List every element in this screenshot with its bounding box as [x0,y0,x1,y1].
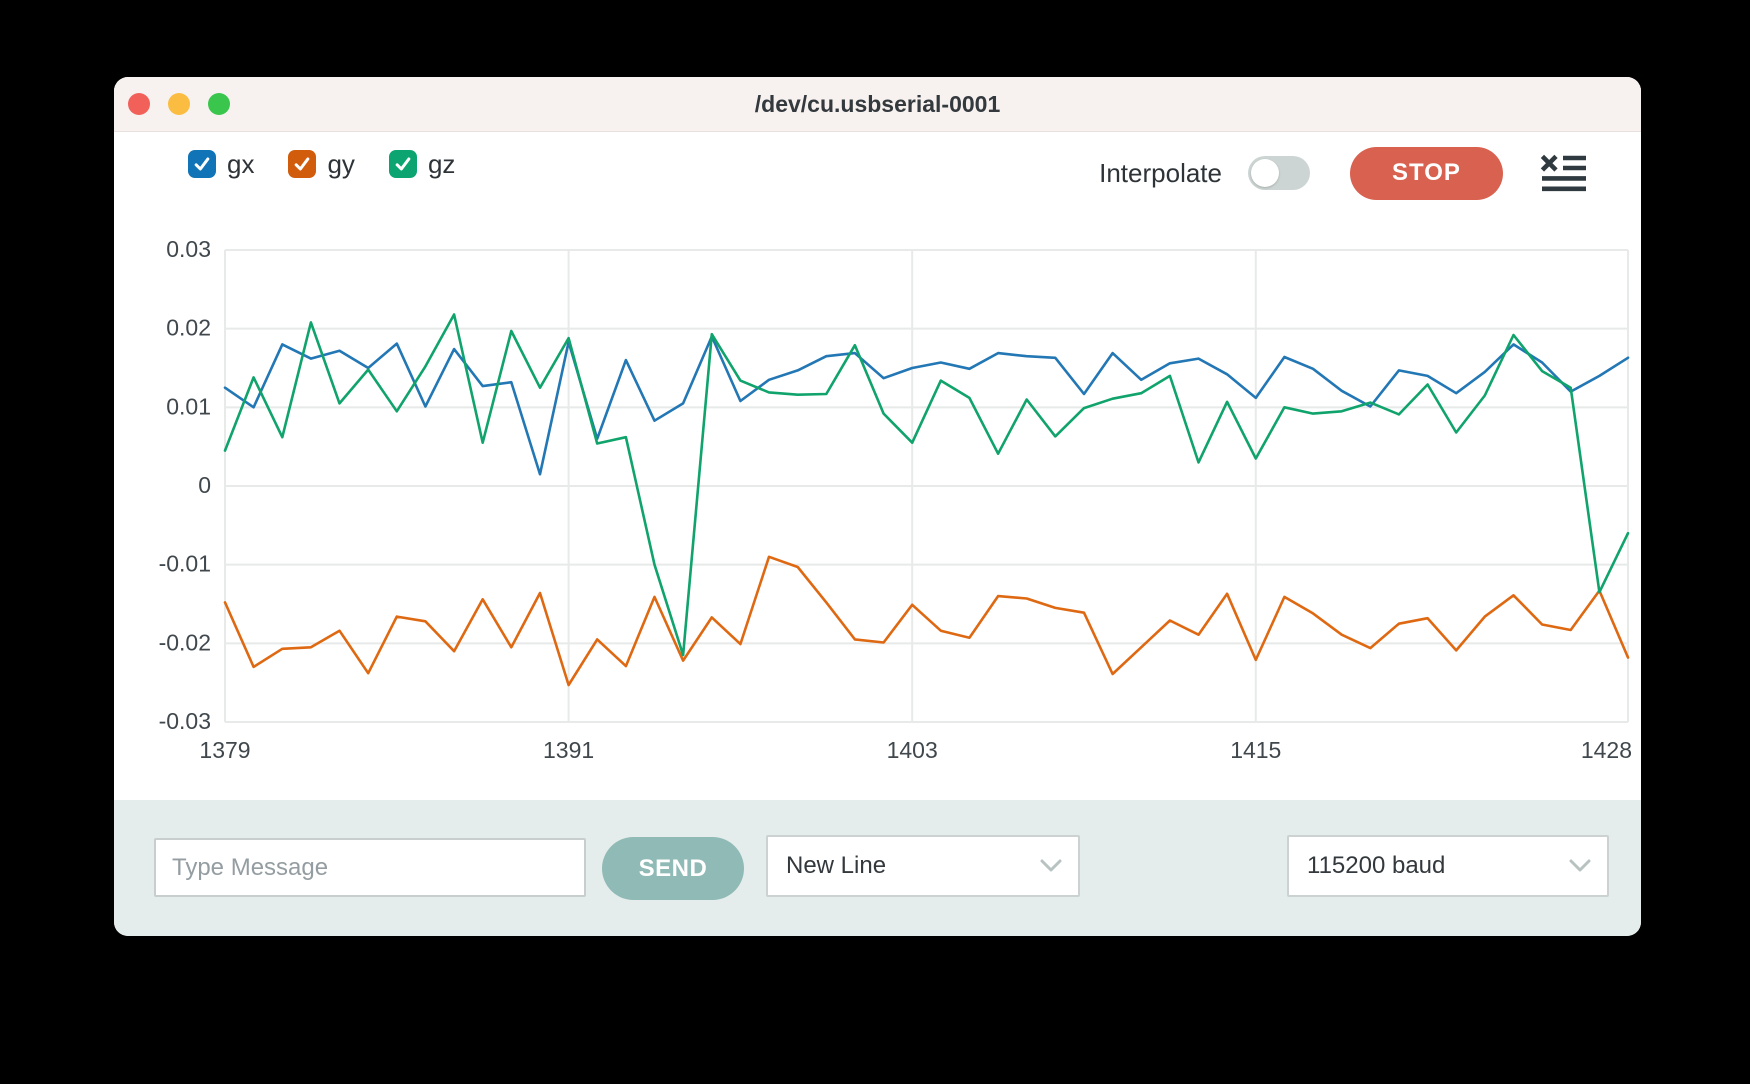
y-axis-tick-label: -0.02 [159,629,211,655]
x-axis-tick-label: 1391 [543,737,594,763]
y-axis-tick-label: 0 [198,472,211,498]
serial-plotter-window: /dev/cu.usbserial-0001 gxgygz Interpolat… [114,77,1641,936]
line-ending-select[interactable]: New Line [766,835,1080,897]
chevron-down-icon [1569,859,1591,873]
y-axis-tick-label: 0.01 [166,393,211,419]
y-axis-tick-label: 0.03 [166,236,211,262]
y-axis-tick-label: 0.02 [166,315,211,341]
x-axis-tick-label: 1403 [887,737,938,763]
x-axis-tick-label: 1428 [1581,737,1632,763]
baud-rate-select[interactable]: 115200 baud [1287,835,1609,897]
y-axis-tick-label: -0.03 [159,708,211,734]
message-input[interactable] [154,838,586,897]
chevron-down-icon [1040,859,1062,873]
x-axis-tick-label: 1379 [199,737,250,763]
series-line-gy [225,557,1628,685]
footer-bar: SEND New Line 115200 baud [114,800,1641,936]
send-button[interactable]: SEND [602,837,744,900]
series-line-gx [225,337,1628,475]
x-axis-tick-label: 1415 [1230,737,1281,763]
line-ending-value: New Line [786,852,886,880]
y-axis-tick-label: -0.01 [159,551,211,577]
baud-rate-value: 115200 baud [1307,852,1445,880]
